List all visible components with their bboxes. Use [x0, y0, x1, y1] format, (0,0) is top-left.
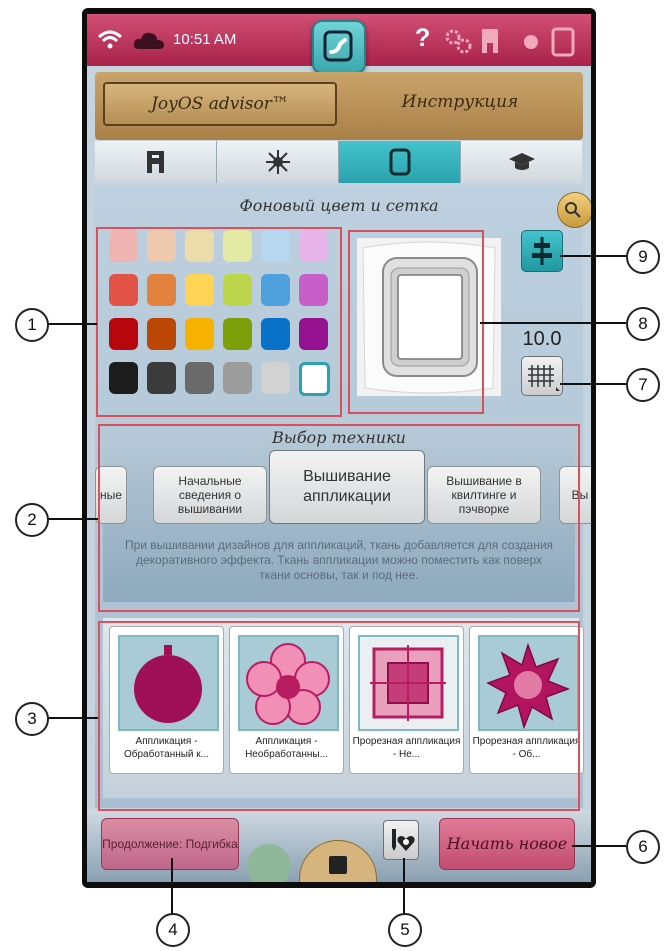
menu-tab[interactable]: [299, 840, 377, 882]
callout-4: 4: [156, 913, 190, 947]
favorites-button[interactable]: [383, 820, 419, 860]
tab-bar: [95, 141, 583, 183]
align-center-icon: [532, 237, 552, 265]
callout-line: [560, 383, 626, 385]
callout-8: 8: [626, 307, 660, 341]
callout-line: [560, 255, 626, 257]
toggle-icon[interactable]: [523, 34, 545, 50]
callout-line: [47, 518, 98, 520]
home-button[interactable]: [312, 20, 366, 74]
zoom-button[interactable]: [557, 192, 591, 228]
tab-embroidery[interactable]: [339, 141, 461, 183]
magnifier-icon: [565, 202, 581, 218]
sewing-machine-icon: [146, 151, 164, 173]
cloud-tab[interactable]: [247, 844, 291, 882]
star-stitch-icon: [265, 150, 290, 174]
continue-button[interactable]: Продолжение: Подгибка: [101, 818, 239, 870]
wifi-icon: [97, 30, 123, 49]
grid-icon: [528, 365, 560, 391]
highlight-designs: [98, 621, 580, 811]
joyos-advisor-button[interactable]: JoyOS advisor™: [103, 82, 337, 126]
grid-button[interactable]: [521, 356, 563, 396]
callout-7: 7: [626, 368, 660, 402]
callout-5: 5: [388, 913, 422, 947]
callout-6: 6: [626, 830, 660, 864]
settings-icon[interactable]: [443, 28, 473, 54]
start-new-button[interactable]: Начать новое: [439, 818, 575, 870]
tablet-icon[interactable]: [550, 27, 578, 57]
callout-line: [171, 858, 173, 916]
graduation-cap-icon: [508, 153, 535, 170]
embroidery-unit-icon[interactable]: [480, 27, 502, 55]
advisor-header: JoyOS advisor™ Инструкция: [95, 72, 583, 140]
callout-line: [403, 858, 405, 916]
callout-line: [47, 717, 98, 719]
highlight-hoop: [348, 230, 484, 414]
help-icon[interactable]: ?: [415, 24, 430, 53]
highlight-swatches: [96, 227, 342, 417]
instruction-button[interactable]: Инструкция: [345, 82, 575, 122]
highlight-techniques: [98, 424, 580, 612]
align-center-button[interactable]: [521, 230, 563, 272]
callout-line: [480, 322, 626, 324]
callout-9: 9: [626, 240, 660, 274]
tab-sewing[interactable]: [95, 141, 217, 183]
cloud-icon: [133, 32, 164, 49]
callout-1: 1: [15, 308, 49, 342]
pencil-heart-icon: [392, 829, 415, 851]
grid-size-value: 10.0: [522, 328, 562, 350]
callout-3: 3: [15, 702, 49, 736]
home-icon: [323, 30, 353, 62]
callout-line: [572, 845, 626, 847]
tab-stitches[interactable]: [217, 141, 339, 183]
background-section-title: Фоновый цвет и сетка: [239, 196, 439, 215]
callout-line: [47, 323, 97, 325]
book-icon: [329, 856, 347, 874]
clock: 10:51 AM: [173, 31, 237, 48]
tab-learning[interactable]: [461, 141, 582, 183]
callout-2: 2: [15, 503, 49, 537]
bottom-bar: Продолжение: Подгибка Начать новое: [87, 810, 591, 882]
status-bar: 10:51 AM ?: [87, 14, 591, 74]
embroidery-hoop-icon: [389, 148, 410, 176]
